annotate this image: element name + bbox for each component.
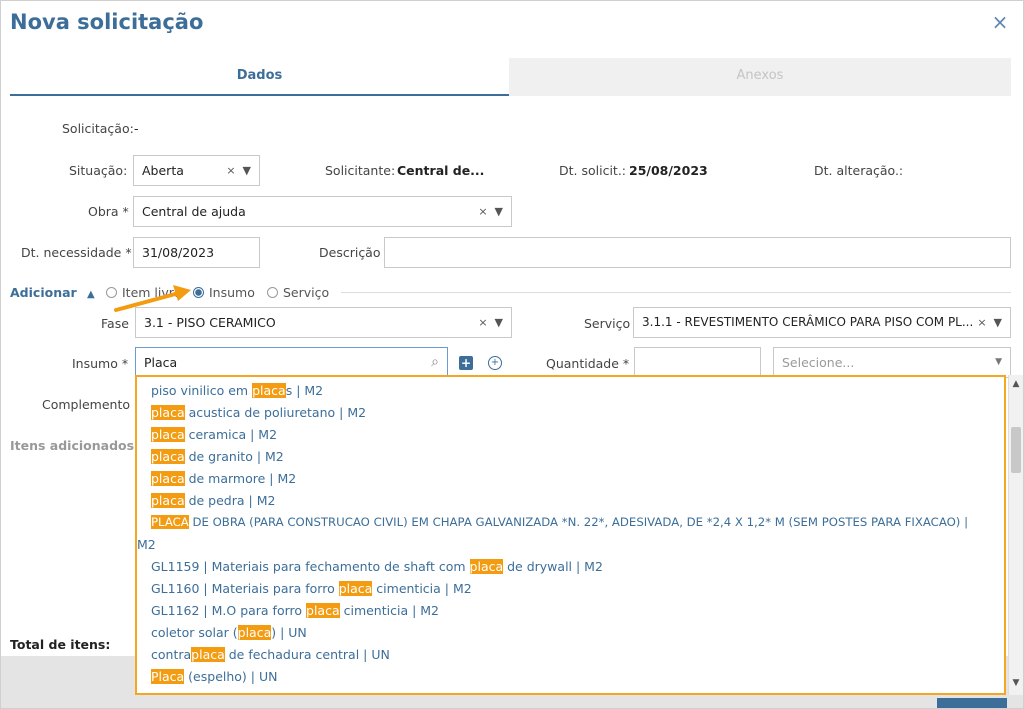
list-item[interactable]: GL1159 | Materiais para fechamento de sh… (151, 559, 603, 574)
radio-insumo-label: Insumo (209, 285, 255, 300)
search-icon[interactable]: ⌕ (431, 348, 439, 377)
descricao-label: Descrição (319, 245, 381, 260)
chevron-up-icon: ▲ (87, 289, 95, 300)
list-item[interactable]: GL1160 | Materiais para forro placa cime… (151, 581, 472, 596)
insumo-suggestions-list: piso vinilico em placas | M2 placa acust… (135, 375, 1006, 695)
total-itens-label: Total de itens: (10, 637, 111, 652)
list-item[interactable]: contraplaca de fechadura central | UN (151, 647, 390, 662)
obra-label: Obra * (88, 204, 129, 219)
close-icon[interactable]: × (990, 12, 1010, 32)
scroll-thumb[interactable] (1011, 427, 1021, 473)
radio-selected-icon (193, 287, 204, 298)
situacao-select[interactable]: Aberta × ▼ (133, 155, 260, 186)
insumo-search-input[interactable]: Placa ⌕ (135, 347, 448, 378)
adicionar-toggle[interactable]: Adicionar ▲ (10, 285, 95, 300)
list-item[interactable]: GL1162 | M.O para forro placa cimenticia… (151, 603, 439, 618)
radio-circle-icon (267, 287, 278, 298)
tab-bar: Dados Anexos (10, 58, 1011, 96)
solicitacao-value: - (134, 121, 139, 136)
list-item[interactable]: placa de granito | M2 (151, 449, 284, 464)
solicitante-label: Solicitante: (325, 163, 396, 178)
clear-and-chevron-down-icon[interactable]: × ▼ (226, 156, 251, 185)
insumo-label: Insumo * (72, 356, 129, 371)
tab-anexos[interactable]: Anexos (509, 58, 1011, 96)
clear-and-chevron-down-icon[interactable]: × ▼ (478, 308, 503, 337)
itens-adicionados-label: Itens adicionados (10, 438, 135, 453)
dt-alteracao-label: Dt. alteração.: (814, 163, 904, 178)
new-request-modal: Nova solicitação × Dados Anexos Solicita… (0, 0, 1024, 709)
radio-servico-label: Serviço (283, 285, 330, 300)
list-item[interactable]: placa de marmore | M2 (151, 471, 296, 486)
radio-insumo[interactable]: Insumo (193, 285, 255, 300)
scrollbar[interactable]: ▲ ▼ (1008, 375, 1023, 695)
scroll-down-icon[interactable]: ▼ (1011, 678, 1021, 688)
insumo-value: Placa (144, 355, 178, 370)
list-item-wrap[interactable]: M2 (137, 537, 156, 552)
adicionar-label: Adicionar (10, 285, 77, 300)
list-item[interactable]: placa de pedra | M2 (151, 493, 275, 508)
obra-select[interactable]: Central de ajuda × ▼ (133, 196, 512, 227)
list-item[interactable]: Placa (espelho) | UN (151, 669, 277, 684)
servico-label: Serviço (584, 316, 631, 331)
list-item[interactable]: PLACA DE OBRA (PARA CONSTRUCAO CIVIL) EM… (151, 515, 968, 529)
radio-servico[interactable]: Serviço (267, 285, 329, 300)
clear-and-chevron-down-icon[interactable]: × ▼ (478, 197, 503, 226)
quantidade-label: Quantidade * (546, 356, 630, 371)
dt-necessidade-input[interactable]: 31/08/2023 (133, 237, 260, 268)
servico-value: 3.1.1 - REVESTIMENTO CERÂMICO PARA PISO … (642, 315, 974, 329)
dt-solicit-value: 25/08/2023 (629, 163, 708, 178)
descricao-input[interactable] (384, 237, 1011, 268)
list-item[interactable]: placa acustica de poliuretano | M2 (151, 405, 366, 420)
solicitacao-label: Solicitação: (62, 121, 134, 136)
dt-solicit-label: Dt. solicit.: (559, 163, 627, 178)
zoom-in-icon[interactable]: + (488, 356, 502, 370)
situacao-value: Aberta (142, 163, 184, 178)
unidade-select[interactable]: Selecione... ▼ (773, 347, 1011, 378)
tab-dados[interactable]: Dados (10, 58, 509, 96)
modal-title: Nova solicitação (10, 10, 204, 34)
section-divider (341, 292, 1011, 293)
solicitante-value: Central de... (397, 163, 485, 178)
list-item[interactable]: placa ceramica | M2 (151, 427, 277, 442)
add-insumo-icon[interactable]: + (459, 356, 473, 370)
complemento-label: Complemento (42, 397, 130, 412)
situacao-label: Situação: (69, 163, 128, 178)
dt-necessidade-label: Dt. necessidade * (21, 245, 132, 260)
fase-value: 3.1 - PISO CERAMICO (144, 315, 276, 330)
servico-select[interactable]: 3.1.1 - REVESTIMENTO CERÂMICO PARA PISO … (633, 307, 1011, 338)
list-item[interactable]: piso vinilico em placas | M2 (151, 383, 323, 398)
obra-value: Central de ajuda (142, 204, 246, 219)
fase-label: Fase (101, 316, 129, 331)
list-item[interactable]: coletor solar (placa) | UN (151, 625, 307, 640)
quantidade-input[interactable] (634, 347, 761, 378)
fase-select[interactable]: 3.1 - PISO CERAMICO × ▼ (135, 307, 512, 338)
clear-and-chevron-down-icon[interactable]: × ▼ (977, 308, 1002, 337)
unidade-placeholder: Selecione... (782, 355, 855, 370)
scroll-up-icon[interactable]: ▲ (1011, 379, 1021, 389)
footer-button[interactable] (937, 698, 1007, 708)
chevron-down-icon[interactable]: ▼ (995, 348, 1002, 377)
